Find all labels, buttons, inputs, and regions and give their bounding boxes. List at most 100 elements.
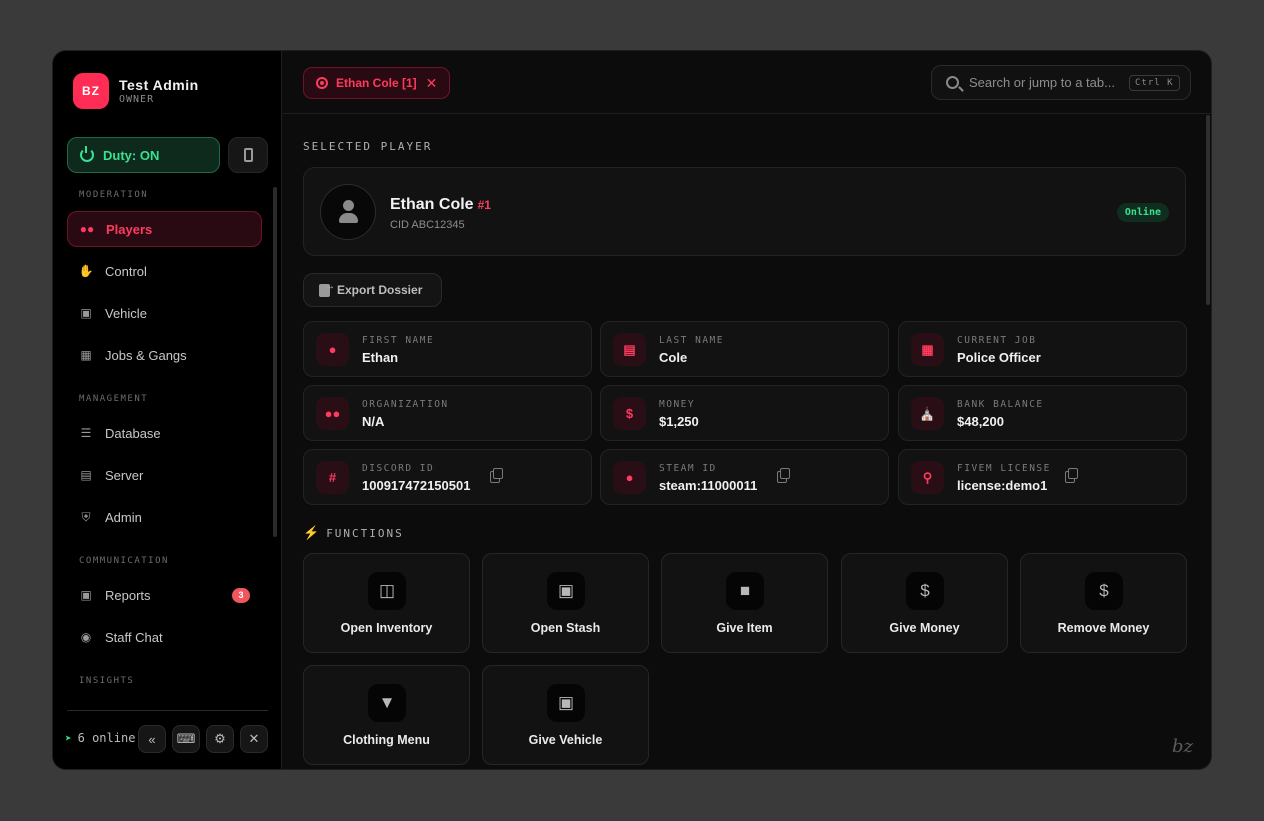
open-inventory-button[interactable]: ◫ Open Inventory xyxy=(303,553,470,653)
person-icon: ● xyxy=(316,333,349,366)
give-item-button[interactable]: ■ Give Item xyxy=(661,553,828,653)
sidebar-item-admin[interactable]: ⛨ Admin xyxy=(67,499,262,535)
close-tab-icon[interactable]: ✕ xyxy=(426,75,438,92)
user-name: Test Admin xyxy=(119,77,199,93)
online-count-label: 6 online xyxy=(77,731,136,745)
database-icon: ☰ xyxy=(80,426,92,440)
hash-icon: # xyxy=(316,461,349,494)
info-card-first-name: ● FIRST NAME Ethan xyxy=(303,321,592,377)
section-label-management: MANAGEMENT xyxy=(79,394,149,404)
keyboard-button[interactable]: ⌨ xyxy=(172,725,200,753)
sidebar-item-label: Admin xyxy=(105,509,142,525)
export-dossier-button[interactable]: Export Dossier xyxy=(303,273,442,307)
info-card-discord-id: # DISCORD ID 100917472150501 xyxy=(303,449,592,505)
player-name-text: Ethan Cole xyxy=(390,196,474,213)
phone-icon xyxy=(243,148,253,162)
functions-heading: ⚡ FUNCTIONS xyxy=(303,525,404,541)
reports-count-badge: 3 xyxy=(232,587,250,603)
copy-fivem-license-icon[interactable] xyxy=(1065,468,1078,483)
info-card-organization: ●● ORGANIZATION N/A xyxy=(303,385,592,441)
sidebar-item-reports[interactable]: ▣ Reports 3 xyxy=(67,577,262,613)
info-value: $48,200 xyxy=(957,414,1004,429)
sidebar-item-server[interactable]: ▤ Server xyxy=(67,457,262,493)
functions-heading-label: FUNCTIONS xyxy=(326,526,404,540)
send-icon: ➤ xyxy=(65,731,72,745)
player-avatar xyxy=(320,184,376,240)
info-card-fivem-license: ⚲ FIVEM LICENSE license:demo1 xyxy=(898,449,1187,505)
info-label: LAST NAME xyxy=(659,335,724,346)
tab-player-ethan-cole[interactable]: Ethan Cole [1] ✕ xyxy=(303,67,451,99)
selected-player-card: Ethan Cole #1 CID ABC12345 Online xyxy=(303,167,1186,256)
sidebar-scrollbar[interactable] xyxy=(273,187,277,537)
clothing-menu-button[interactable]: ▼ Clothing Menu xyxy=(303,665,470,765)
search-bar[interactable]: Ctrl K xyxy=(931,65,1191,100)
phone-button[interactable] xyxy=(228,137,268,173)
user-role: OWNER xyxy=(119,94,155,105)
vault-icon: ▣ xyxy=(547,572,585,610)
file-export-icon xyxy=(319,281,335,297)
close-button[interactable]: ✕ xyxy=(240,725,268,753)
player-id: #1 xyxy=(477,198,491,212)
function-label: Clothing Menu xyxy=(343,733,430,747)
settings-button[interactable]: ⚙ xyxy=(206,725,234,753)
remove-money-button[interactable]: $ Remove Money xyxy=(1020,553,1187,653)
info-card-current-job: ▦ CURRENT JOB Police Officer xyxy=(898,321,1187,377)
sidebar-item-vehicle[interactable]: ▣ Vehicle xyxy=(67,295,262,331)
key-icon: ⚲ xyxy=(911,461,944,494)
money-bag-icon: $ xyxy=(906,572,944,610)
info-value: Police Officer xyxy=(957,350,1041,365)
sidebar-item-players[interactable]: ●● Players xyxy=(67,211,262,247)
duty-toggle-button[interactable]: Duty: ON xyxy=(67,137,220,173)
user-avatar: BZ xyxy=(73,73,109,109)
car-icon: ▣ xyxy=(80,306,92,320)
copy-steam-id-icon[interactable] xyxy=(777,468,790,483)
user-profile: BZ Test Admin OWNER xyxy=(73,73,199,109)
sidebar-item-label: Reports xyxy=(105,587,151,603)
player-name: Ethan Cole #1 xyxy=(390,196,491,214)
search-shortcut-hint: Ctrl K xyxy=(1129,74,1180,91)
brand-logo: bz xyxy=(1171,736,1193,757)
sidebar-item-jobs-gangs[interactable]: ▦ Jobs & Gangs xyxy=(67,337,262,373)
info-value: Cole xyxy=(659,350,688,365)
main-content: Ethan Cole [1] ✕ Ctrl K SELECTED PLAYER … xyxy=(283,51,1211,769)
sidebar-item-database[interactable]: ☰ Database xyxy=(67,415,262,451)
info-label: MONEY xyxy=(659,399,696,410)
selected-player-heading: SELECTED PLAYER xyxy=(303,140,433,153)
open-stash-button[interactable]: ▣ Open Stash xyxy=(482,553,649,653)
section-label-insights: INSIGHTS xyxy=(79,676,135,686)
info-card-steam-id: ● STEAM ID steam:11000011 xyxy=(600,449,889,505)
money-bag-icon: $ xyxy=(613,397,646,430)
function-label: Give Vehicle xyxy=(528,733,603,747)
info-value: steam:11000011 xyxy=(659,478,758,493)
info-value: license:demo1 xyxy=(957,478,1048,493)
search-icon xyxy=(946,76,959,89)
function-label: Give Item xyxy=(716,621,773,635)
sidebar: BZ Test Admin OWNER Duty: ON MODERATION … xyxy=(53,51,282,769)
box-open-icon: ◫ xyxy=(368,572,406,610)
briefcase-icon: ▦ xyxy=(911,333,944,366)
info-label: FIRST NAME xyxy=(362,335,435,346)
chat-icon: ◉ xyxy=(80,630,92,644)
sidebar-item-control[interactable]: ✋ Control xyxy=(67,253,262,289)
message-icon: ▣ xyxy=(80,588,92,602)
tab-label: Ethan Cole [1] xyxy=(336,76,417,90)
collapse-sidebar-button[interactable]: « xyxy=(138,725,166,753)
online-count: ➤ 6 online xyxy=(65,731,135,745)
power-icon xyxy=(80,146,94,162)
sidebar-item-staff-chat[interactable]: ◉ Staff Chat xyxy=(67,619,262,655)
content-scrollbar[interactable] xyxy=(1206,115,1210,305)
info-value: 100917472150501 xyxy=(362,478,471,493)
section-label-communication: COMMUNICATION xyxy=(79,556,169,566)
info-label: CURRENT JOB xyxy=(957,335,1037,346)
give-money-button[interactable]: $ Give Money xyxy=(841,553,1008,653)
search-input[interactable] xyxy=(969,75,1125,90)
hand-dollar-icon: $ xyxy=(1085,572,1123,610)
info-label: STEAM ID xyxy=(659,463,717,474)
admin-panel-window: BZ Test Admin OWNER Duty: ON MODERATION … xyxy=(52,50,1212,770)
info-value: Ethan xyxy=(362,350,399,365)
copy-discord-id-icon[interactable] xyxy=(490,468,503,483)
bank-icon: ⛪ xyxy=(911,397,944,430)
give-vehicle-button[interactable]: ▣ Give Vehicle xyxy=(482,665,649,765)
users-icon: ●● xyxy=(79,222,95,236)
id-card-icon: ▤ xyxy=(613,333,646,366)
